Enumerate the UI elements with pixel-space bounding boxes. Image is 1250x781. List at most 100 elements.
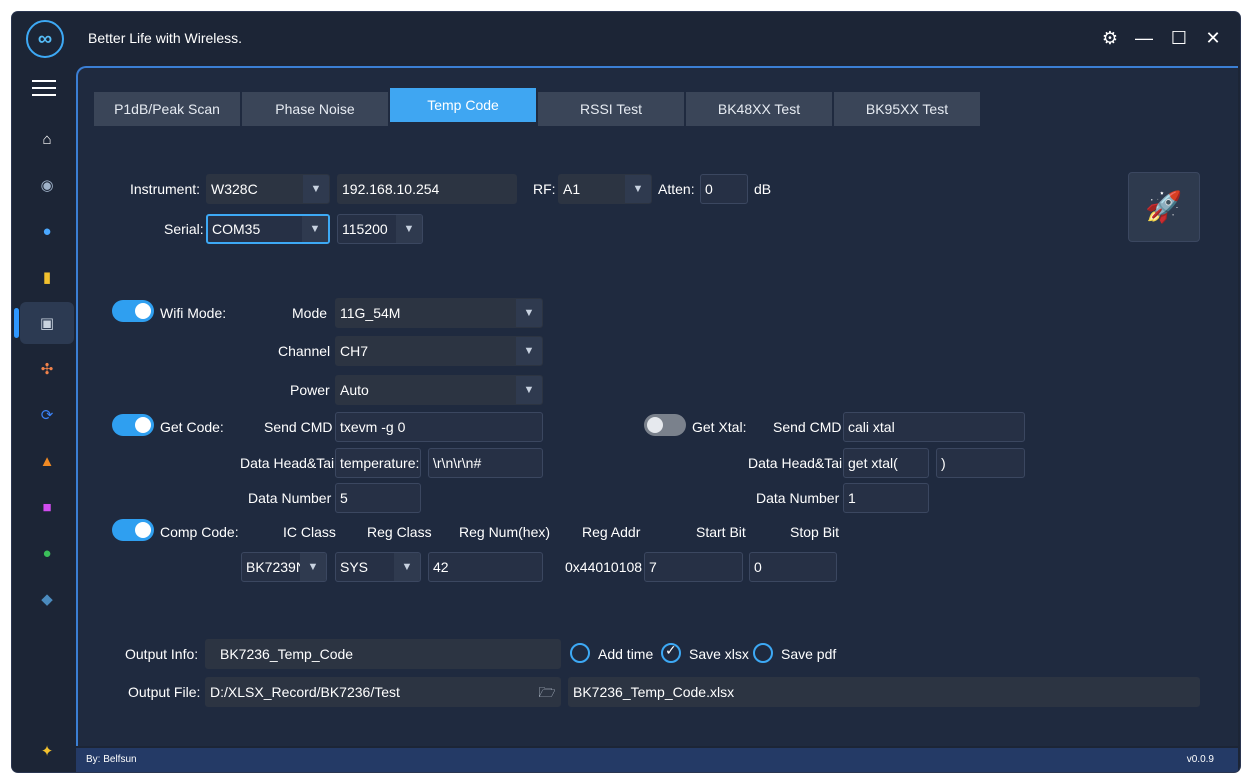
output-file-path-input[interactable]: D:/XLSX_Record/BK7236/Test 🗁	[205, 677, 561, 707]
output-info-input[interactable]: BK7236_Temp_Code	[205, 639, 561, 669]
chevron-down-icon[interactable]: ▼	[625, 175, 651, 203]
rf-label: RF:	[533, 181, 556, 197]
wifi-mode-toggle[interactable]	[112, 300, 154, 322]
app-title: Better Life with Wireless.	[88, 30, 243, 46]
reg-num-input[interactable]: 42	[428, 552, 543, 582]
comp-code-label: Comp Code:	[160, 524, 239, 540]
chip-icon[interactable]: ▣	[14, 302, 74, 344]
instrument-value: W328C	[211, 181, 258, 197]
baud-rate-select[interactable]: 115200 ▼	[337, 214, 423, 244]
app-logo-icon: ∞	[26, 20, 64, 58]
reg-class-label: Reg Class	[367, 524, 432, 540]
settings-gear-icon[interactable]: ⚙	[1098, 26, 1122, 50]
grid-ball-icon[interactable]: ●	[20, 532, 74, 574]
output-file-name-input[interactable]: BK7236_Temp_Code.xlsx	[568, 677, 1200, 707]
xtal-data-head-tail-label: Data Head&Tail	[748, 455, 846, 471]
stop-bit-input[interactable]: 0	[749, 552, 837, 582]
serial-port-select[interactable]: COM35 ▼	[206, 214, 330, 244]
data-tail-input[interactable]: \r\n\r\n#	[428, 448, 543, 478]
tab-temp-code[interactable]: Temp Code	[390, 88, 536, 122]
comp-code-toggle[interactable]	[112, 519, 154, 541]
signal-icon[interactable]: ●	[20, 210, 74, 252]
folder-open-icon[interactable]: 🗁	[534, 678, 560, 706]
get-xtal-toggle[interactable]	[644, 414, 686, 436]
python-icon[interactable]: ◆	[20, 578, 74, 620]
data-number-label: Data Number	[248, 490, 332, 506]
get-code-label: Get Code:	[160, 419, 224, 435]
start-bit-input[interactable]: 7	[644, 552, 743, 582]
power-select[interactable]: Auto ▼	[335, 375, 543, 405]
instrument-select[interactable]: W328C ▼	[206, 174, 330, 204]
save-pdf-radio[interactable]	[753, 643, 773, 663]
refresh-icon[interactable]: ⟳	[20, 394, 74, 436]
worker-icon[interactable]: ▲	[20, 440, 74, 482]
power-label: Power	[290, 382, 330, 398]
xtal-data-number-input[interactable]: 1	[843, 483, 929, 513]
status-bar: By: Belfsun v0.0.9	[76, 748, 1238, 772]
atten-input[interactable]: 0	[700, 174, 748, 204]
tab-bk95xx-test[interactable]: BK95XX Test	[834, 92, 980, 126]
chevron-down-icon[interactable]: ▼	[396, 215, 422, 243]
xtal-data-tail-input[interactable]: )	[936, 448, 1025, 478]
atten-label: Atten:	[658, 181, 695, 197]
mode-select[interactable]: 11G_54M ▼	[335, 298, 543, 328]
xtal-data-number-label: Data Number	[756, 490, 840, 506]
chevron-down-icon[interactable]: ▼	[516, 299, 542, 327]
wifi-mode-label: Wifi Mode:	[160, 305, 227, 321]
save-pdf-label: Save pdf	[781, 646, 837, 662]
reg-addr-label: Reg Addr	[582, 524, 641, 540]
xtal-send-cmd-label: Send CMD	[773, 419, 842, 435]
ic-class-value: BK7239N	[246, 559, 306, 575]
data-number-input[interactable]: 5	[335, 483, 421, 513]
atten-unit: dB	[754, 181, 772, 197]
xtal-data-head-input[interactable]: get xtal(	[843, 448, 929, 478]
tab-p1db-peak-scan[interactable]: P1dB/Peak Scan	[94, 92, 240, 126]
get-xtal-label: Get Xtal:	[692, 419, 747, 435]
chevron-down-icon[interactable]: ▼	[300, 553, 326, 581]
image-icon[interactable]: ■	[20, 486, 74, 528]
author-text: By: Belfsun	[86, 754, 137, 765]
ic-class-select[interactable]: BK7239N ▼	[241, 552, 327, 582]
chevron-down-icon[interactable]: ▼	[302, 216, 328, 242]
battery-icon[interactable]: ▮	[20, 256, 74, 298]
hamburger-menu-icon[interactable]	[32, 80, 56, 101]
ip-address-input[interactable]: 192.168.10.254	[337, 174, 517, 204]
network-icon[interactable]: ✣	[20, 348, 74, 390]
tab-rssi-test[interactable]: RSSI Test	[538, 92, 684, 126]
tab-bk48xx-test[interactable]: BK48XX Test	[686, 92, 832, 126]
chevron-down-icon[interactable]: ▼	[303, 175, 329, 203]
channel-select[interactable]: CH7 ▼	[335, 336, 543, 366]
reg-addr-value: 0x44010108	[565, 559, 643, 575]
minimize-icon[interactable]: —	[1132, 26, 1156, 50]
save-xlsx-radio[interactable]	[661, 642, 681, 663]
serial-port-value: COM35	[212, 221, 261, 237]
chevron-down-icon[interactable]: ▼	[394, 553, 420, 581]
save-xlsx-label: Save xlsx	[689, 646, 749, 662]
send-cmd-label: Send CMD	[264, 419, 333, 435]
reg-class-value: SYS	[340, 559, 369, 575]
mode-label: Mode	[292, 305, 328, 321]
add-time-radio[interactable]	[570, 643, 590, 663]
chevron-down-icon[interactable]: ▼	[516, 337, 542, 365]
home-icon[interactable]: ⌂	[20, 118, 74, 160]
rf-value: A1	[563, 181, 581, 197]
send-cmd-input[interactable]: txevm -g 0	[335, 412, 543, 442]
sidebar: ⌂ ◉ ● ▮ ▣ ✣ ⟳ ▲ ■ ● ◆ ✦	[12, 64, 74, 772]
rf-select[interactable]: A1 ▼	[558, 174, 652, 204]
rocket-icon: 🚀	[1145, 190, 1183, 224]
get-code-toggle[interactable]	[112, 414, 154, 436]
tab-phase-noise[interactable]: Phase Noise	[242, 92, 388, 126]
chevron-down-icon[interactable]: ▼	[516, 376, 542, 404]
channel-label: Channel	[278, 343, 331, 359]
tools-icon[interactable]: ✦	[20, 730, 74, 772]
channel-value: CH7	[340, 343, 369, 359]
reg-class-select[interactable]: SYS ▼	[335, 552, 421, 582]
app-window: ∞ Better Life with Wireless. ⚙ — ☐ ✕ ⌂ ◉…	[12, 12, 1240, 772]
ic-class-label: IC Class	[283, 524, 336, 540]
run-rocket-button[interactable]: 🚀	[1128, 172, 1200, 242]
close-icon[interactable]: ✕	[1201, 26, 1225, 50]
maximize-icon[interactable]: ☐	[1167, 26, 1191, 50]
xtal-send-cmd-input[interactable]: cali xtal	[843, 412, 1025, 442]
data-head-input[interactable]: temperature:	[335, 448, 421, 478]
router-icon[interactable]: ◉	[20, 164, 74, 206]
